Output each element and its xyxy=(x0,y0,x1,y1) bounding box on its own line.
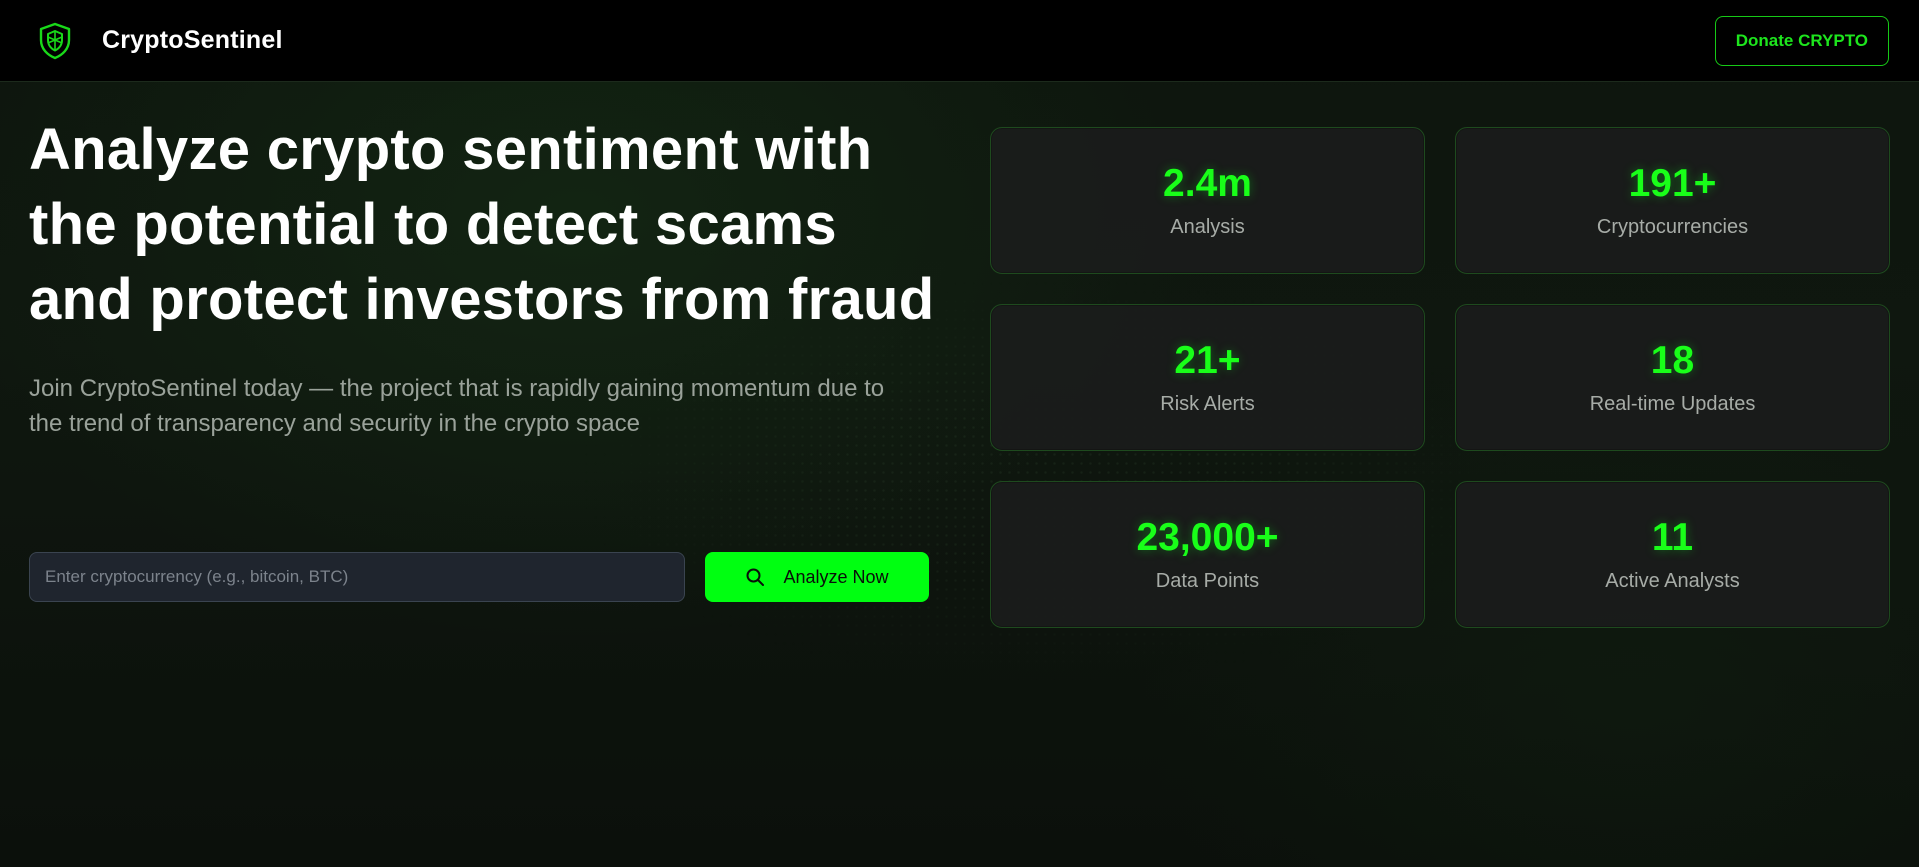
analyze-now-button[interactable]: Analyze Now xyxy=(705,552,929,602)
stats-grid: 2.4m Analysis 191+ Cryptocurrencies 21+ … xyxy=(990,127,1890,628)
shield-icon xyxy=(36,21,74,61)
stat-label: Risk Alerts xyxy=(1160,392,1255,415)
stat-card-active-analysts: 11 Active Analysts xyxy=(1455,481,1890,628)
stat-label: Data Points xyxy=(1155,569,1260,592)
stat-value: 191+ xyxy=(1628,161,1717,205)
stat-value: 2.4m xyxy=(1163,161,1252,205)
search-icon xyxy=(745,567,765,587)
stat-label: Analysis xyxy=(1170,215,1245,238)
analyze-now-label: Analyze Now xyxy=(783,566,889,587)
crypto-search-input[interactable] xyxy=(29,552,685,602)
hero-subtitle: Join CryptoSentinel today — the project … xyxy=(29,375,885,437)
stat-value: 23,000+ xyxy=(1136,515,1279,559)
stat-card-risk-alerts: 21+ Risk Alerts xyxy=(990,304,1425,451)
stat-card-data-points: 23,000+ Data Points xyxy=(990,481,1425,628)
stat-label: Cryptocurrencies xyxy=(1596,215,1749,238)
stat-label: Real-time Updates xyxy=(1589,392,1756,415)
hero-title: Analyze crypto sentiment with the potent… xyxy=(29,117,935,332)
stat-card-analysis: 2.4m Analysis xyxy=(990,127,1425,274)
search-row: Analyze Now xyxy=(29,552,929,602)
stat-value: 18 xyxy=(1650,338,1695,382)
stat-card-cryptocurrencies: 191+ Cryptocurrencies xyxy=(1455,127,1890,274)
top-navbar: CryptoSentinel Donate CRYPTO xyxy=(0,0,1919,82)
brand[interactable]: CryptoSentinel xyxy=(36,21,283,61)
stat-card-real-time-updates: 18 Real-time Updates xyxy=(1455,304,1890,451)
stat-value: 11 xyxy=(1651,515,1694,559)
page: CryptoSentinel Donate CRYPTO Analyze cry… xyxy=(0,0,1919,867)
hero-section: Analyze crypto sentiment with the potent… xyxy=(29,112,939,602)
stat-label: Active Analysts xyxy=(1605,569,1740,592)
donate-button[interactable]: Donate CRYPTO xyxy=(1714,15,1889,66)
brand-name: CryptoSentinel xyxy=(102,26,283,54)
stat-value: 21+ xyxy=(1174,338,1241,382)
